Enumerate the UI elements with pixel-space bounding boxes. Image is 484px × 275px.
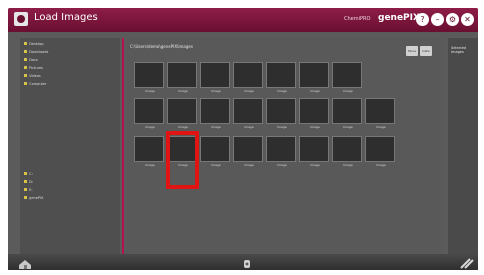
thumbnail[interactable]: Image bbox=[365, 98, 395, 129]
folder-icon bbox=[24, 42, 27, 45]
tree-item-label: Desktop bbox=[29, 42, 44, 46]
thumbnail[interactable]: Image bbox=[134, 98, 164, 129]
brand-genepix: genePIX bbox=[378, 13, 420, 23]
selection-highlight bbox=[166, 131, 199, 189]
tree-item-label: E: bbox=[29, 188, 33, 192]
folder-icon bbox=[24, 66, 27, 69]
folder-icon bbox=[24, 50, 27, 53]
thumbnail[interactable]: Image bbox=[332, 136, 362, 167]
tree-item-label: Computer bbox=[29, 82, 47, 86]
sort-move-button[interactable]: Move bbox=[406, 46, 418, 56]
device-icon[interactable] bbox=[238, 258, 256, 270]
tree-item-computer[interactable]: Computer bbox=[24, 82, 47, 86]
thumbnail-caption: Image bbox=[211, 163, 221, 167]
thumbnail[interactable]: Image bbox=[200, 98, 230, 129]
thumbnail[interactable]: Image bbox=[332, 62, 362, 93]
thumbnail-caption: Image bbox=[277, 89, 287, 93]
tree-item-label: Docs bbox=[29, 58, 38, 62]
thumbnail-caption: Image bbox=[310, 163, 320, 167]
thumbnail[interactable]: Image bbox=[167, 62, 197, 93]
tree-item-label: Videos bbox=[29, 74, 41, 78]
title-bar: Load Images ChemiPRO genePIX ? – ⚙ ✕ bbox=[8, 8, 478, 32]
tree-item-pictures[interactable]: Pictures bbox=[24, 66, 43, 70]
help-button[interactable]: ? bbox=[416, 13, 429, 26]
tree-item-docs[interactable]: Docs bbox=[24, 58, 38, 62]
tree-item-d[interactable]: D: bbox=[24, 180, 33, 184]
sort-date-button[interactable]: Date bbox=[420, 46, 432, 56]
tree-item-label: genePIX bbox=[29, 196, 44, 200]
thumbnail[interactable]: Image bbox=[233, 136, 263, 167]
settings-button[interactable]: ⚙ bbox=[446, 13, 459, 26]
thumbnail-caption: Image bbox=[244, 163, 254, 167]
tree-item-label: Downloads bbox=[29, 50, 49, 54]
drive-icon bbox=[24, 172, 27, 175]
thumbnail-caption: Image bbox=[244, 125, 254, 129]
thumbnail-caption: Image bbox=[277, 125, 287, 129]
app-icon bbox=[14, 12, 28, 26]
tree-item-label: C: bbox=[29, 172, 33, 176]
tree-item-videos[interactable]: Videos bbox=[24, 74, 41, 78]
folder-icon bbox=[24, 58, 27, 61]
selected-images-pane bbox=[448, 38, 478, 256]
thumbnail[interactable]: Image bbox=[365, 136, 395, 167]
thumbnail-caption: Image bbox=[178, 125, 188, 129]
thumbnail[interactable]: Image bbox=[299, 62, 329, 93]
folder-icon bbox=[24, 74, 27, 77]
folder-icon bbox=[24, 196, 27, 199]
thumbnail[interactable]: Image bbox=[266, 136, 296, 167]
thumbnail[interactable]: Image bbox=[233, 98, 263, 129]
thumbnail-caption: Image bbox=[310, 89, 320, 93]
close-button[interactable]: ✕ bbox=[461, 13, 474, 26]
home-icon[interactable] bbox=[16, 258, 34, 270]
tree-item-downloads[interactable]: Downloads bbox=[24, 50, 48, 54]
path-label: C:\Users\demo\genePIX\images bbox=[130, 44, 193, 49]
thumbnail[interactable]: Image bbox=[200, 136, 230, 167]
tree-item-genepix[interactable]: genePIX bbox=[24, 196, 43, 200]
folder-tree[interactable] bbox=[20, 38, 120, 256]
tree-item-c[interactable]: C: bbox=[24, 172, 33, 176]
minimize-button[interactable]: – bbox=[431, 13, 444, 26]
app-window: Load Images ChemiPRO genePIX ? – ⚙ ✕ Des… bbox=[8, 8, 478, 270]
thumbnail[interactable]: Image bbox=[167, 98, 197, 129]
thumbnail-caption: Image bbox=[145, 125, 155, 129]
thumbnail[interactable]: Image bbox=[332, 98, 362, 129]
thumbnail-caption: Image bbox=[343, 125, 353, 129]
thumbnail[interactable]: Image bbox=[134, 136, 164, 167]
thumbnail[interactable]: Image bbox=[299, 98, 329, 129]
thumbnail-caption: Image bbox=[145, 89, 155, 93]
tree-item-desktop[interactable]: Desktop bbox=[24, 42, 44, 46]
thumbnail-caption: Image bbox=[145, 163, 155, 167]
thumbnail[interactable]: Image bbox=[266, 98, 296, 129]
window-title: Load Images bbox=[34, 12, 98, 23]
brand-chemipro: ChemiPRO bbox=[344, 16, 371, 22]
thumbnail-caption: Image bbox=[178, 89, 188, 93]
thumbnail-caption: Image bbox=[244, 89, 254, 93]
thumbnail-caption: Image bbox=[343, 89, 353, 93]
thumbnail-caption: Image bbox=[277, 163, 287, 167]
tree-item-e[interactable]: E: bbox=[24, 188, 33, 192]
tree-item-label: D: bbox=[29, 180, 33, 184]
drive-icon bbox=[24, 188, 27, 191]
thumbnail-caption: Image bbox=[343, 163, 353, 167]
folder-icon bbox=[24, 82, 27, 85]
thumbnail-caption: Image bbox=[211, 89, 221, 93]
tree-item-label: Pictures bbox=[29, 66, 43, 70]
drive-icon bbox=[24, 180, 27, 183]
thumbnail[interactable]: Image bbox=[299, 136, 329, 167]
selected-images-title: Selected Images bbox=[451, 46, 467, 54]
thumbnail-caption: Image bbox=[376, 163, 386, 167]
thumbnail[interactable]: Image bbox=[233, 62, 263, 93]
tools-icon[interactable] bbox=[458, 258, 476, 270]
thumbnail-caption: Image bbox=[376, 125, 386, 129]
thumbnail[interactable]: Image bbox=[134, 62, 164, 93]
thumbnail[interactable]: Image bbox=[266, 62, 296, 93]
thumbnail-caption: Image bbox=[211, 125, 221, 129]
thumbnail[interactable]: Image bbox=[200, 62, 230, 93]
sidebar-divider[interactable] bbox=[122, 38, 124, 256]
thumbnail-caption: Image bbox=[310, 125, 320, 129]
